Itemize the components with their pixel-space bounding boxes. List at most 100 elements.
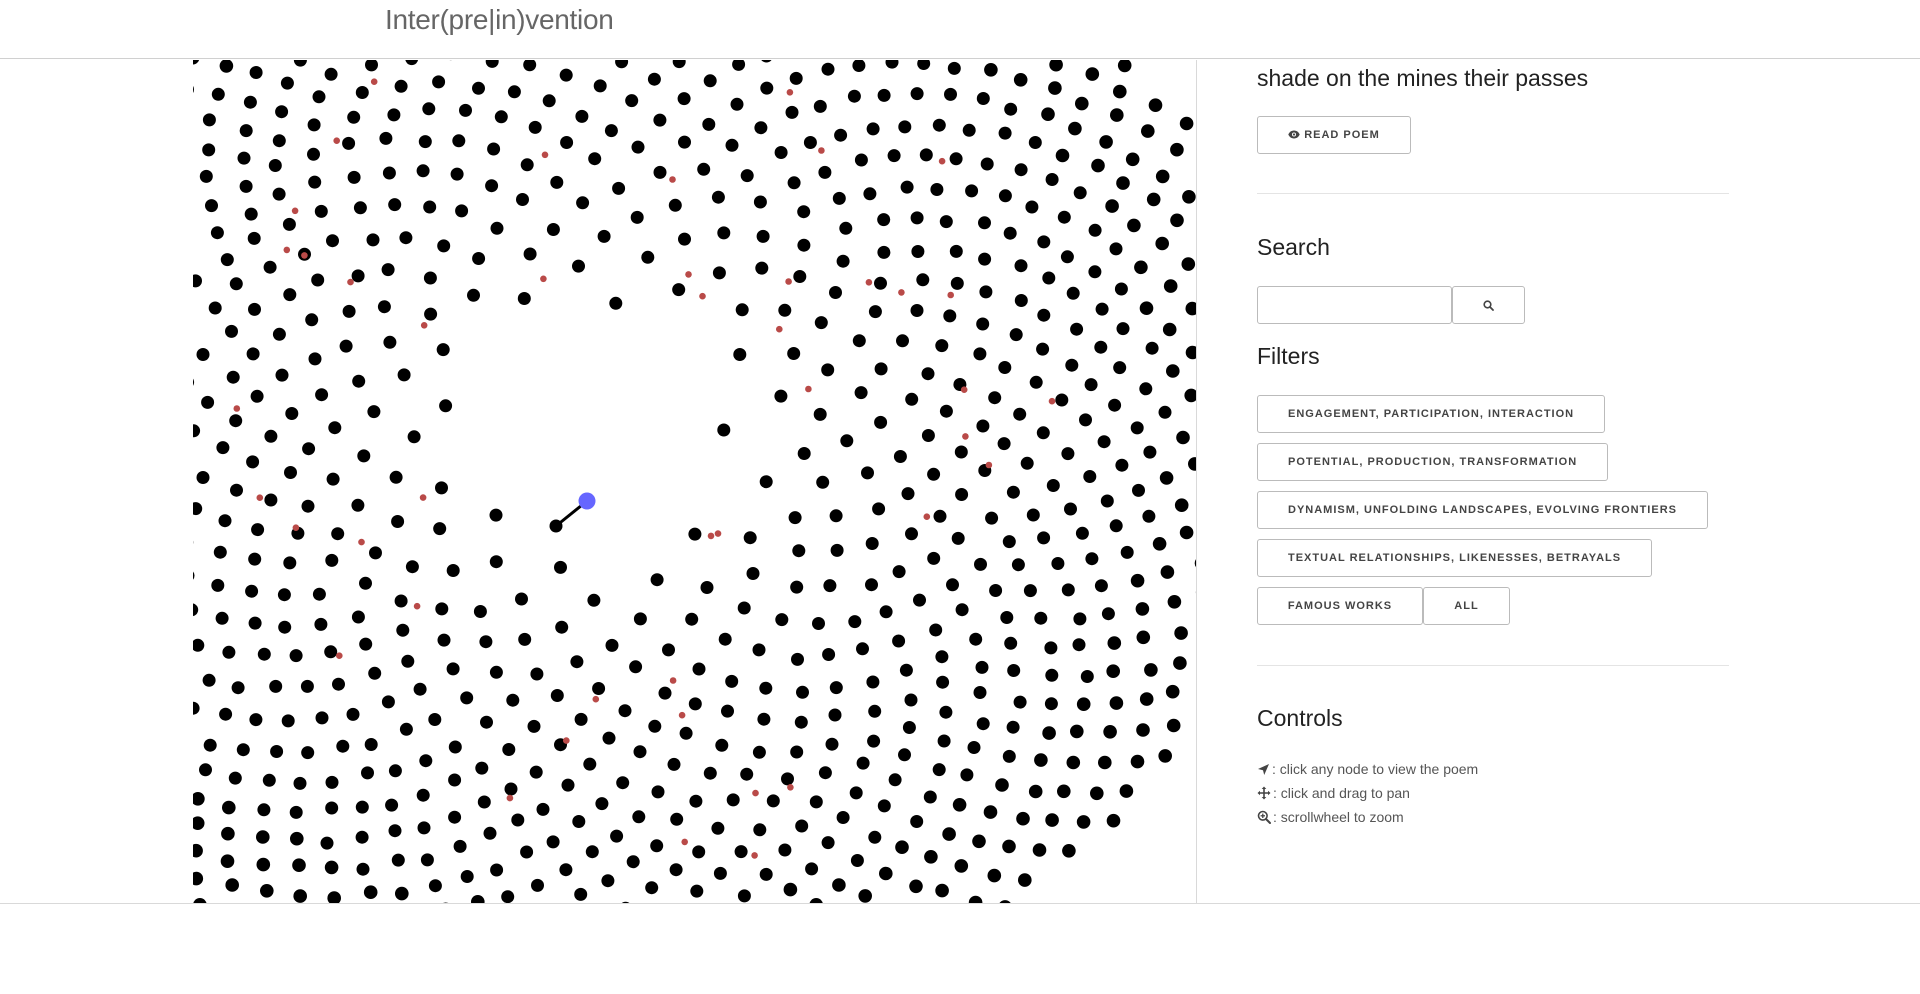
poem-node[interactable] xyxy=(998,189,1012,203)
poem-node[interactable] xyxy=(1080,670,1094,683)
poem-node[interactable] xyxy=(718,632,732,646)
poem-node[interactable] xyxy=(887,149,901,163)
poem-node[interactable] xyxy=(1145,341,1159,355)
poem-node[interactable] xyxy=(239,124,253,138)
highlighted-node[interactable] xyxy=(985,461,993,469)
poem-node[interactable] xyxy=(346,707,360,721)
poem-node[interactable] xyxy=(1185,301,1197,316)
filter-button-all[interactable]: ALL xyxy=(1423,587,1510,625)
poem-node[interactable] xyxy=(641,250,655,264)
poem-node[interactable] xyxy=(868,830,882,844)
poem-node[interactable] xyxy=(1055,393,1069,407)
poem-node[interactable] xyxy=(899,663,913,677)
poem-node[interactable] xyxy=(861,466,874,480)
poem-node[interactable] xyxy=(199,763,212,777)
poem-node[interactable] xyxy=(690,884,704,898)
poem-node[interactable] xyxy=(755,261,769,275)
highlighted-node[interactable] xyxy=(865,279,873,286)
poem-node[interactable] xyxy=(872,502,886,516)
poem-node[interactable] xyxy=(854,386,868,400)
poem-node[interactable] xyxy=(394,79,408,93)
poem-node[interactable] xyxy=(357,449,371,463)
poem-node[interactable] xyxy=(193,274,202,288)
poem-node[interactable] xyxy=(531,878,544,892)
poem-node[interactable] xyxy=(272,327,286,341)
poem-node[interactable] xyxy=(1132,483,1145,497)
poem-node[interactable] xyxy=(1026,508,1040,522)
poem-node[interactable] xyxy=(1141,124,1155,138)
highlighted-node[interactable] xyxy=(669,677,677,684)
poem-node[interactable] xyxy=(218,514,232,528)
poem-node[interactable] xyxy=(995,778,1009,792)
poem-node[interactable] xyxy=(1000,611,1014,624)
poem-node[interactable] xyxy=(740,169,754,183)
highlighted-node[interactable] xyxy=(678,711,686,719)
poem-node[interactable] xyxy=(597,229,611,243)
poem-node[interactable] xyxy=(1094,340,1108,354)
poem-node[interactable] xyxy=(1066,286,1080,300)
poem-node[interactable] xyxy=(998,126,1012,140)
poem-node[interactable] xyxy=(489,508,503,522)
poem-node[interactable] xyxy=(917,60,931,70)
poem-node[interactable] xyxy=(988,391,1002,405)
poem-node[interactable] xyxy=(428,713,442,726)
poem-node[interactable] xyxy=(325,553,339,567)
poem-node[interactable] xyxy=(368,666,382,680)
poem-node[interactable] xyxy=(359,637,373,651)
poem-node[interactable] xyxy=(324,67,338,81)
poem-node[interactable] xyxy=(1046,479,1060,492)
poem-node[interactable] xyxy=(821,836,835,850)
poem-node[interactable] xyxy=(910,87,924,101)
poem-node[interactable] xyxy=(650,573,664,587)
poem-node[interactable] xyxy=(559,863,573,877)
poem-node[interactable] xyxy=(735,303,749,317)
highlighted-node[interactable] xyxy=(787,784,794,791)
poem-node[interactable] xyxy=(284,466,297,479)
poem-node[interactable] xyxy=(893,450,907,463)
poem-node[interactable] xyxy=(932,763,946,777)
poem-node[interactable] xyxy=(1184,388,1196,403)
poem-node[interactable] xyxy=(439,399,453,413)
poem-node[interactable] xyxy=(366,233,380,247)
poem-node[interactable] xyxy=(1013,407,1027,421)
poem-node[interactable] xyxy=(528,120,542,134)
poem-node[interactable] xyxy=(678,232,691,246)
poem-node[interactable] xyxy=(759,475,773,489)
highlighted-node[interactable] xyxy=(923,513,931,520)
poem-node[interactable] xyxy=(435,602,449,616)
poem-node[interactable] xyxy=(1064,502,1077,516)
poem-node[interactable] xyxy=(391,515,405,528)
poem-node[interactable] xyxy=(785,105,799,119)
poem-node[interactable] xyxy=(391,853,405,867)
poem-node[interactable] xyxy=(943,309,957,323)
highlighted-node[interactable] xyxy=(370,78,378,85)
poem-node[interactable] xyxy=(650,839,664,853)
poem-node[interactable] xyxy=(248,616,262,630)
poem-node[interactable] xyxy=(877,799,891,813)
poem-node[interactable] xyxy=(460,691,474,705)
highlighted-node[interactable] xyxy=(752,789,759,797)
poem-node[interactable] xyxy=(193,424,201,438)
poem-node[interactable] xyxy=(1090,786,1104,801)
poem-node[interactable] xyxy=(789,71,803,85)
highlighted-node[interactable] xyxy=(233,405,241,412)
poem-node[interactable] xyxy=(921,367,935,381)
poem-node[interactable] xyxy=(974,557,987,571)
poem-node[interactable] xyxy=(511,813,525,827)
poem-node[interactable] xyxy=(1139,301,1154,315)
filter-button-potential[interactable]: POTENTIAL, PRODUCTION, TRANSFORMATION xyxy=(1257,443,1609,481)
poem-node[interactable] xyxy=(672,283,686,297)
poem-node[interactable] xyxy=(1115,458,1129,472)
poem-node[interactable] xyxy=(342,304,356,318)
poem-node[interactable] xyxy=(504,782,518,796)
poem-node[interactable] xyxy=(193,638,205,652)
poem-node[interactable] xyxy=(328,421,342,435)
poem-node[interactable] xyxy=(229,277,243,291)
poem-node[interactable] xyxy=(546,223,560,236)
poem-node[interactable] xyxy=(792,544,806,558)
poem-node[interactable] xyxy=(854,153,868,167)
poem-node[interactable] xyxy=(852,334,866,348)
poem-node[interactable] xyxy=(301,746,315,760)
poem-node[interactable] xyxy=(401,654,415,668)
poem-node[interactable] xyxy=(588,152,602,166)
